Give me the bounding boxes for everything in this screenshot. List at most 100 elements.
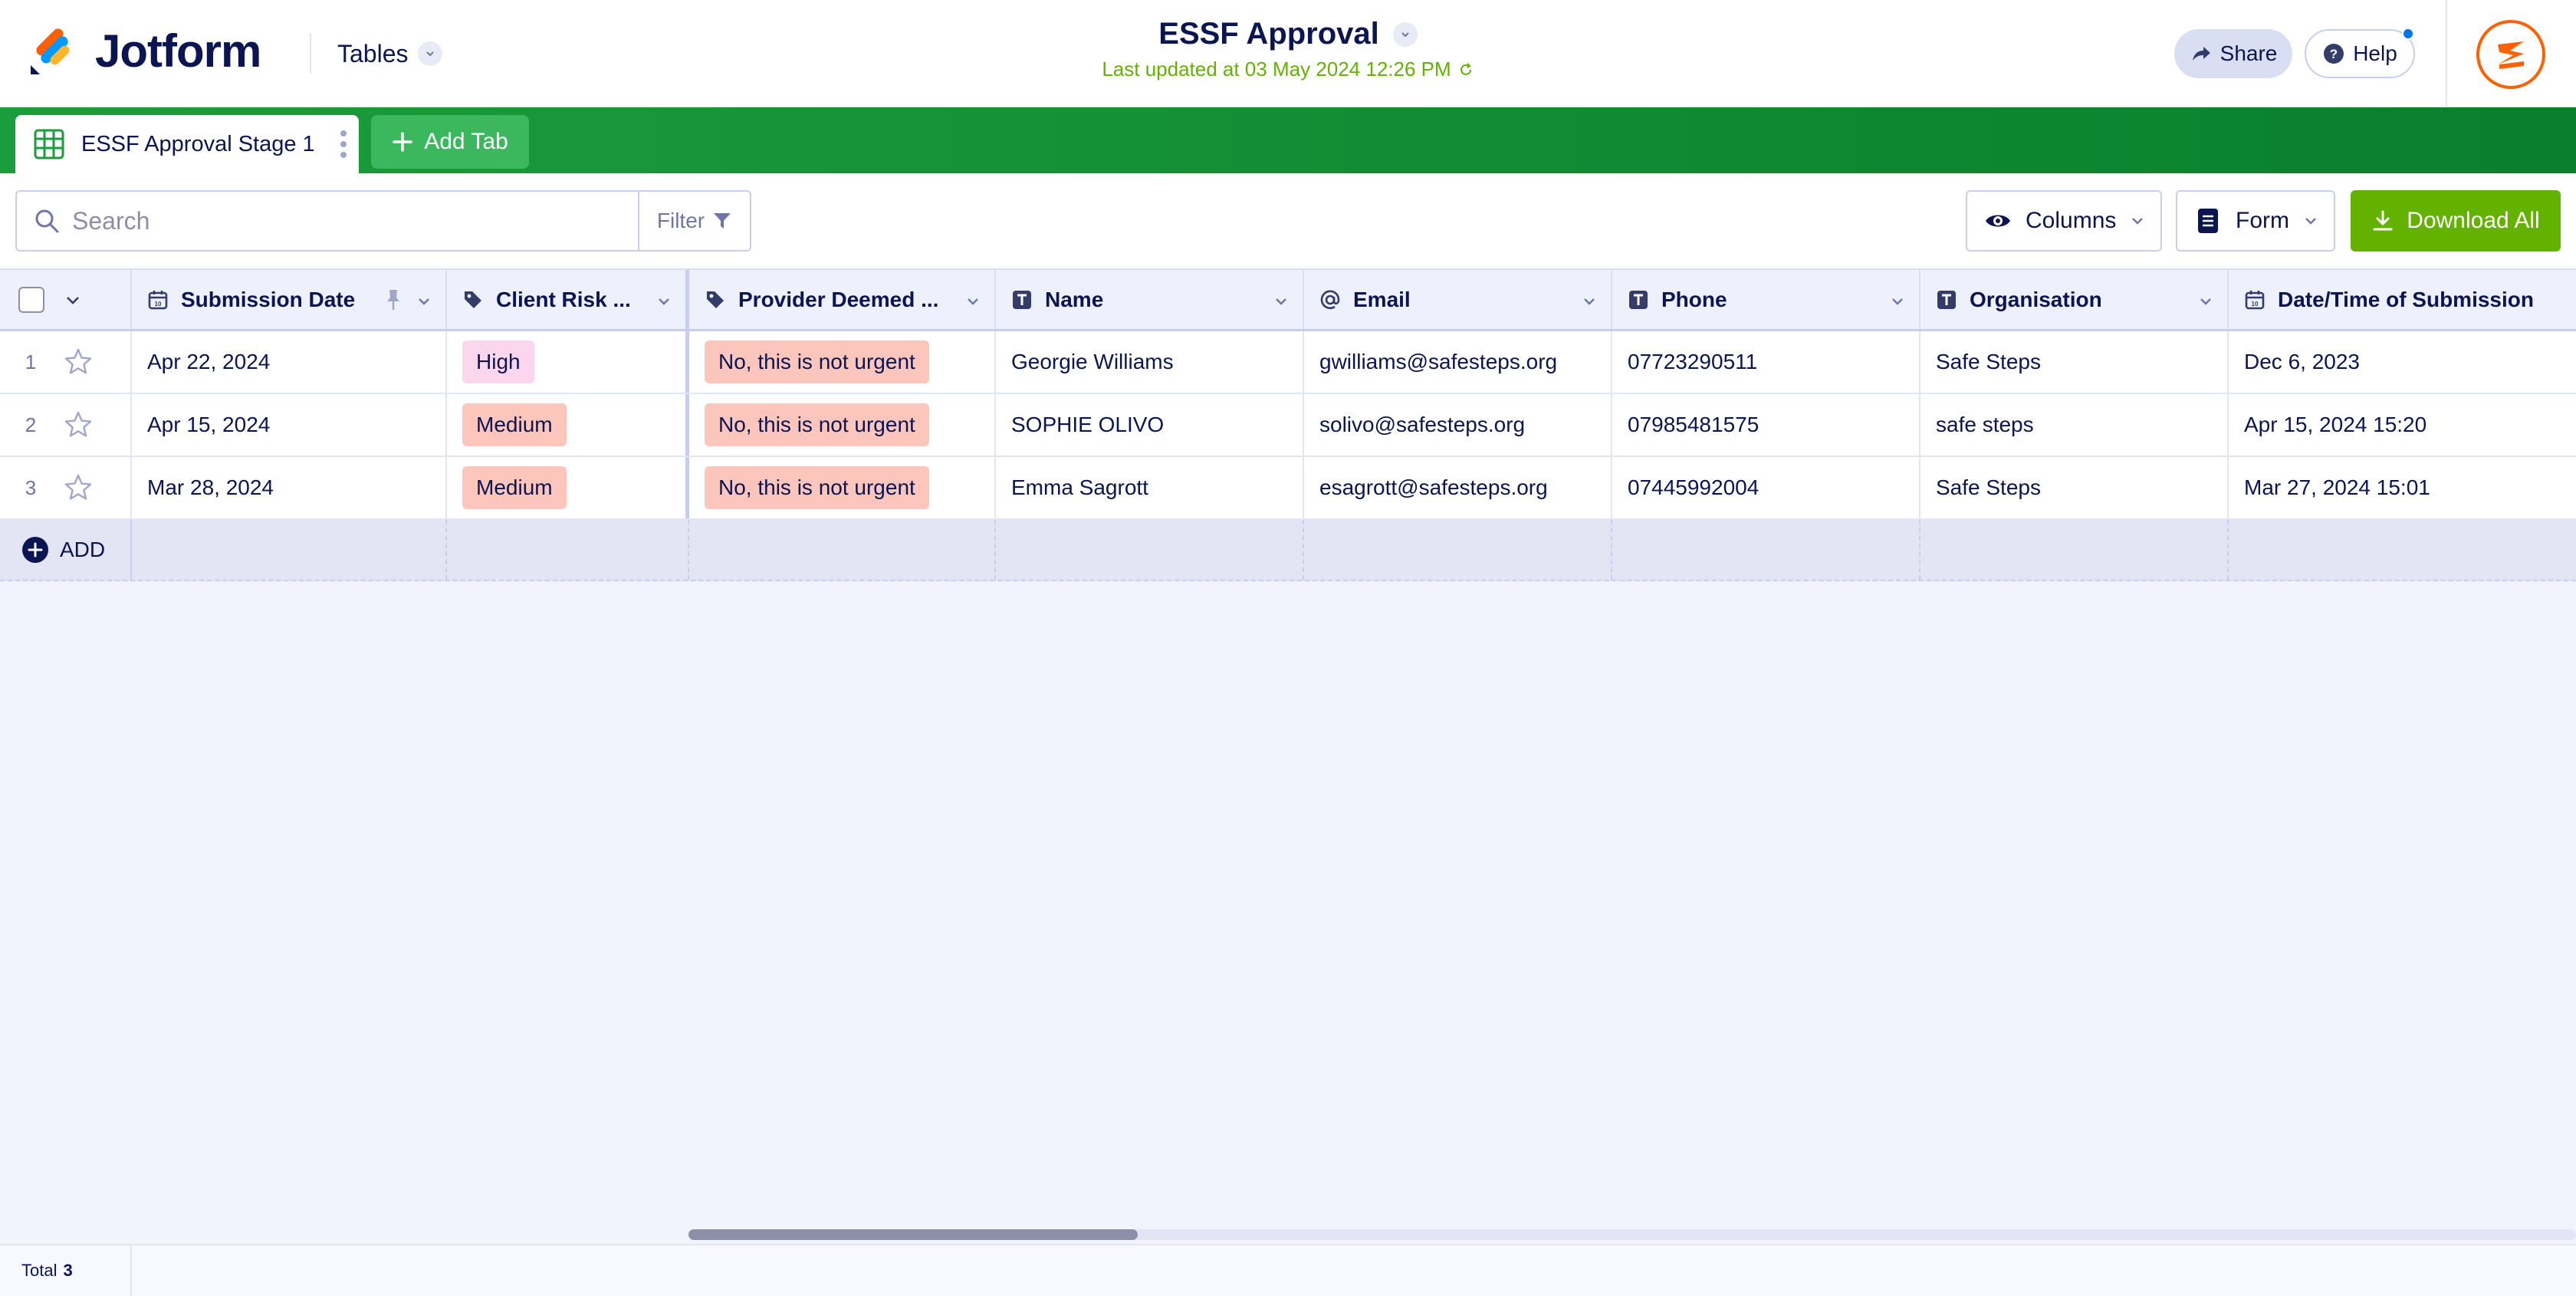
chevron-down-icon[interactable] (2198, 294, 2213, 309)
tab-essf-approval-stage-1[interactable]: ESSF Approval Stage 1 (15, 115, 359, 173)
add-row-empty-cell[interactable] (996, 520, 1304, 580)
row-number: 2 (25, 413, 37, 436)
text-icon (1013, 290, 1031, 309)
row-number: 1 (25, 350, 37, 373)
plus-icon (393, 132, 412, 152)
risk-badge: Medium (462, 466, 567, 509)
chevron-down-icon[interactable] (1890, 294, 1905, 309)
star-icon[interactable] (63, 410, 94, 440)
form-document-icon (2198, 209, 2218, 233)
add-row-empty-cell[interactable] (1304, 520, 1612, 580)
add-row-label: ADD (60, 538, 106, 561)
select-all-checkbox[interactable] (18, 286, 44, 313)
cell-phone[interactable]: 07723290511 (1612, 331, 1921, 393)
cell-submission-date[interactable]: Apr 22, 2024 (132, 331, 447, 393)
cell-value: Georgie Williams (1011, 350, 1174, 373)
pin-icon[interactable] (384, 288, 402, 311)
cell-submission-date[interactable]: Mar 28, 2024 (132, 457, 447, 518)
cell-client-risk[interactable]: Medium (447, 394, 689, 456)
chevron-down-icon[interactable] (965, 294, 981, 309)
column-header-organisation[interactable]: Organisation (1921, 270, 2229, 329)
cell-value: gwilliams@safesteps.org (1319, 350, 1558, 373)
add-row-empty-cell[interactable] (2229, 520, 2576, 580)
cell-email[interactable]: gwilliams@safesteps.org (1304, 331, 1612, 393)
share-button[interactable]: Share (2174, 29, 2292, 78)
jotform-logo[interactable]: Jotform (28, 25, 261, 77)
table-footer: Total 3 (0, 1244, 2576, 1296)
table-row[interactable]: 2 Apr 15, 2024 Medium No, this is not ur… (0, 394, 2576, 457)
table-row[interactable]: 3 Mar 28, 2024 Medium No, this is not ur… (0, 457, 2576, 520)
cell-email[interactable]: esagrott@safesteps.org (1304, 457, 1612, 518)
table-row[interactable]: 1 Apr 22, 2024 High No, this is not urge… (0, 331, 2576, 394)
add-row-button[interactable]: ADD (21, 536, 105, 564)
column-header-name[interactable]: Name (996, 270, 1304, 329)
cell-name[interactable]: Georgie Williams (996, 331, 1304, 393)
column-header-client-risk[interactable]: Client Risk ... (447, 270, 689, 329)
cell-phone[interactable]: 07445992004 (1612, 457, 1921, 518)
cell-organisation[interactable]: Safe Steps (1921, 457, 2229, 518)
cell-datetime[interactable]: Dec 6, 2023 (2229, 331, 2576, 393)
cell-value: Apr 15, 2024 15:20 (2244, 413, 2427, 436)
star-icon[interactable] (63, 472, 94, 503)
cell-client-risk[interactable]: High (447, 331, 689, 393)
cell-name[interactable]: Emma Sagrott (996, 457, 1304, 518)
eye-icon (1986, 215, 2010, 227)
chevron-down-icon[interactable] (416, 294, 432, 309)
filter-label: Filter (656, 209, 705, 232)
add-tab-button[interactable]: Add Tab (371, 115, 529, 169)
add-row-empty-cell[interactable] (1612, 520, 1921, 580)
download-all-button[interactable]: Download All (2351, 190, 2561, 252)
cell-email[interactable]: solivo@safesteps.org (1304, 394, 1612, 456)
cell-organisation[interactable]: safe steps (1921, 394, 2229, 456)
filter-funnel-icon (714, 213, 731, 229)
notification-dot (2402, 28, 2414, 40)
add-row-empty-cell[interactable] (1921, 520, 2229, 580)
column-header-datetime-of-submission[interactable]: 10 Date/Time of Submission (2229, 270, 2576, 329)
jotform-logo-icon (31, 28, 70, 74)
form-button[interactable]: Form (2176, 190, 2335, 252)
cell-name[interactable]: SOPHIE OLIVO (996, 394, 1304, 456)
cell-value: esagrott@safesteps.org (1319, 475, 1548, 499)
star-icon[interactable] (63, 347, 94, 377)
columns-button[interactable]: Columns (1966, 190, 2162, 252)
chevron-down-icon[interactable] (1273, 294, 1289, 309)
cell-provider-deemed[interactable]: No, this is not urgent (689, 457, 996, 518)
refresh-icon[interactable] (1457, 61, 1474, 78)
search-input[interactable] (72, 206, 609, 235)
brand-name: Jotform (95, 25, 261, 77)
table-toolbar: Filter Columns Form Download All (0, 173, 2576, 268)
app-header: Jotform Tables ESSF Approval Last update… (0, 0, 2576, 107)
column-header-submission-date[interactable]: 10 Submission Date (132, 270, 447, 329)
filter-button[interactable]: Filter (639, 192, 750, 250)
cell-provider-deemed[interactable]: No, this is not urgent (689, 394, 996, 456)
column-header-phone[interactable]: Phone (1612, 270, 1921, 329)
page-title[interactable]: ESSF Approval (1158, 17, 1378, 51)
help-button[interactable]: ? Help (2305, 29, 2415, 78)
cell-client-risk[interactable]: Medium (447, 457, 689, 518)
help-label: Help (2353, 41, 2397, 65)
add-row-empty-cell[interactable] (689, 520, 996, 580)
more-vertical-icon[interactable] (339, 129, 348, 160)
cell-provider-deemed[interactable]: No, this is not urgent (689, 331, 996, 393)
cell-value: Safe Steps (1936, 475, 2041, 499)
avatar[interactable] (2476, 20, 2545, 89)
column-header-email[interactable]: Email (1304, 270, 1612, 329)
total-label: Total (21, 1261, 58, 1280)
cell-submission-date[interactable]: Apr 15, 2024 (132, 394, 447, 456)
add-row-empty-cell[interactable] (132, 520, 447, 580)
cell-phone[interactable]: 07985481575 (1612, 394, 1921, 456)
cell-organisation[interactable]: Safe Steps (1921, 331, 2229, 393)
chevron-down-icon[interactable] (1582, 294, 1597, 309)
chevron-down-icon[interactable] (64, 291, 81, 308)
tables-switcher[interactable]: Tables (337, 35, 442, 72)
add-row-empty-cell[interactable] (447, 520, 689, 580)
column-header-provider-deemed[interactable]: Provider Deemed ... (689, 270, 996, 329)
last-updated-text: Last updated at 03 May 2024 12:26 PM (1102, 58, 1451, 81)
user-avatar-icon (2498, 41, 2524, 69)
title-chevron-down-icon[interactable] (1392, 21, 1418, 47)
cell-datetime[interactable]: Mar 27, 2024 15:01 (2229, 457, 2576, 518)
cell-datetime[interactable]: Apr 15, 2024 15:20 (2229, 394, 2576, 456)
horizontal-scrollbar-thumb[interactable] (688, 1229, 1138, 1240)
chevron-down-icon[interactable] (656, 294, 672, 309)
column-label: Email (1353, 287, 1411, 311)
